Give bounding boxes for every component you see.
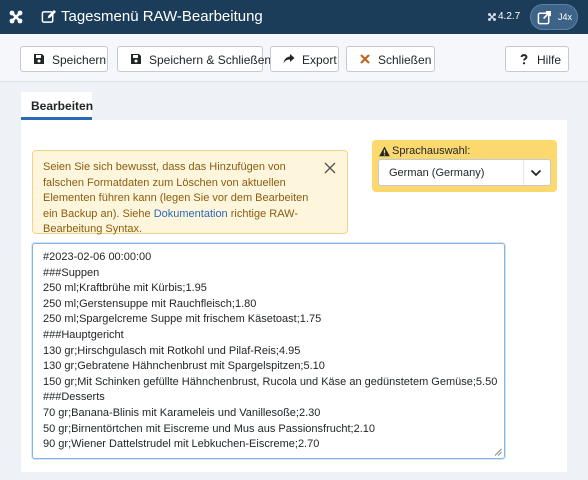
export-button[interactable]: Export <box>270 46 339 72</box>
joomla-small-icon <box>488 13 496 21</box>
save-icon <box>131 54 141 64</box>
tab-edit-label: Bearbeiten <box>31 99 94 113</box>
language-label: Sprachauswahl: <box>392 145 471 157</box>
editor-line: 130 gr;Hirschgulasch mit Rotkohl und Pil… <box>43 345 301 357</box>
editor-line: 250 ml;Spargelcreme Suppe mit frischem K… <box>43 313 322 325</box>
warning-alert: Seien Sie sich bewusst, dass das Hinzufü… <box>32 150 348 235</box>
editor-line: 50 gr;Birnentörtchen mit Eiscreme und Mu… <box>43 423 375 435</box>
x-icon <box>360 54 370 64</box>
close-button[interactable]: Schließen <box>346 46 435 72</box>
joomla-logo-icon[interactable] <box>8 9 24 25</box>
editor-line: ###Hauptgericht <box>43 329 124 341</box>
j4x-link-button[interactable]: J4x <box>530 4 578 30</box>
editor-line: ###Suppen <box>43 267 100 279</box>
language-select[interactable]: German (Germany) <box>378 159 551 186</box>
export-label: Export <box>302 53 337 67</box>
save-and-close-label: Speichern & Schließen <box>149 53 272 67</box>
resize-handle-icon[interactable] <box>494 448 502 456</box>
warning-icon <box>379 146 390 157</box>
version-label: 4.2.7 <box>498 11 521 22</box>
j4x-label: J4x <box>558 12 573 22</box>
editor-line: 250 ml;Gerstensuppe mit Rauchfleisch;1.8… <box>43 298 257 310</box>
close-label: Schließen <box>378 53 432 67</box>
editor-line: 130 gr;Gebratene Hähnchenbrust mit Sparg… <box>43 360 325 372</box>
language-select-value: German (Germany) <box>389 167 485 179</box>
chevron-down-icon <box>530 169 542 177</box>
language-selector: Sprachauswahl: German (Germany) <box>372 140 557 192</box>
editor-line: 150 gr;Mit Schinken gefüllte Hähnchenbru… <box>43 376 498 388</box>
select-divider <box>523 160 524 185</box>
editor-line: 90 gr;Wiener Dattelstrudel mit Lebkuchen… <box>43 438 320 450</box>
help-label: Hilfe <box>537 53 562 67</box>
share-arrow-icon <box>283 54 295 64</box>
page-title: Tagesmenü RAW-Bearbeitung <box>61 8 263 25</box>
editor-line: 250 ml;Kraftbrühe mit Kürbis;1.95 <box>43 282 207 294</box>
save-and-close-button[interactable]: Speichern & Schließen <box>117 46 271 72</box>
save-button[interactable]: Speichern <box>20 46 108 72</box>
editor-line: #2023-02-06 00:00:00 <box>43 251 152 263</box>
raw-editor-textarea[interactable]: #2023-02-06 00:00:00 ###Suppen 250 ml;Kr… <box>32 243 505 459</box>
toolbar: Speichern Speichern & Schließen Export S… <box>0 34 588 82</box>
help-button[interactable]: Hilfe <box>505 46 569 72</box>
alert-message: Seien Sie sich bewusst, dass das Hinzufü… <box>43 160 313 238</box>
editor-line: ###Desserts <box>43 391 105 403</box>
save-label: Speichern <box>52 53 107 67</box>
documentation-link[interactable]: Dokumentation <box>154 208 228 220</box>
external-link-icon <box>537 11 551 25</box>
close-icon[interactable] <box>323 161 337 175</box>
question-icon <box>520 54 528 65</box>
editor-line: 70 gr;Banana-Blinis mit Karameleis und V… <box>43 407 321 419</box>
admin-header: Tagesmenü RAW-Bearbeitung 4.2.7 J4x <box>0 0 588 34</box>
save-icon <box>34 54 44 64</box>
edit-icon <box>41 9 56 23</box>
tab-edit[interactable]: Bearbeiten <box>21 92 94 120</box>
